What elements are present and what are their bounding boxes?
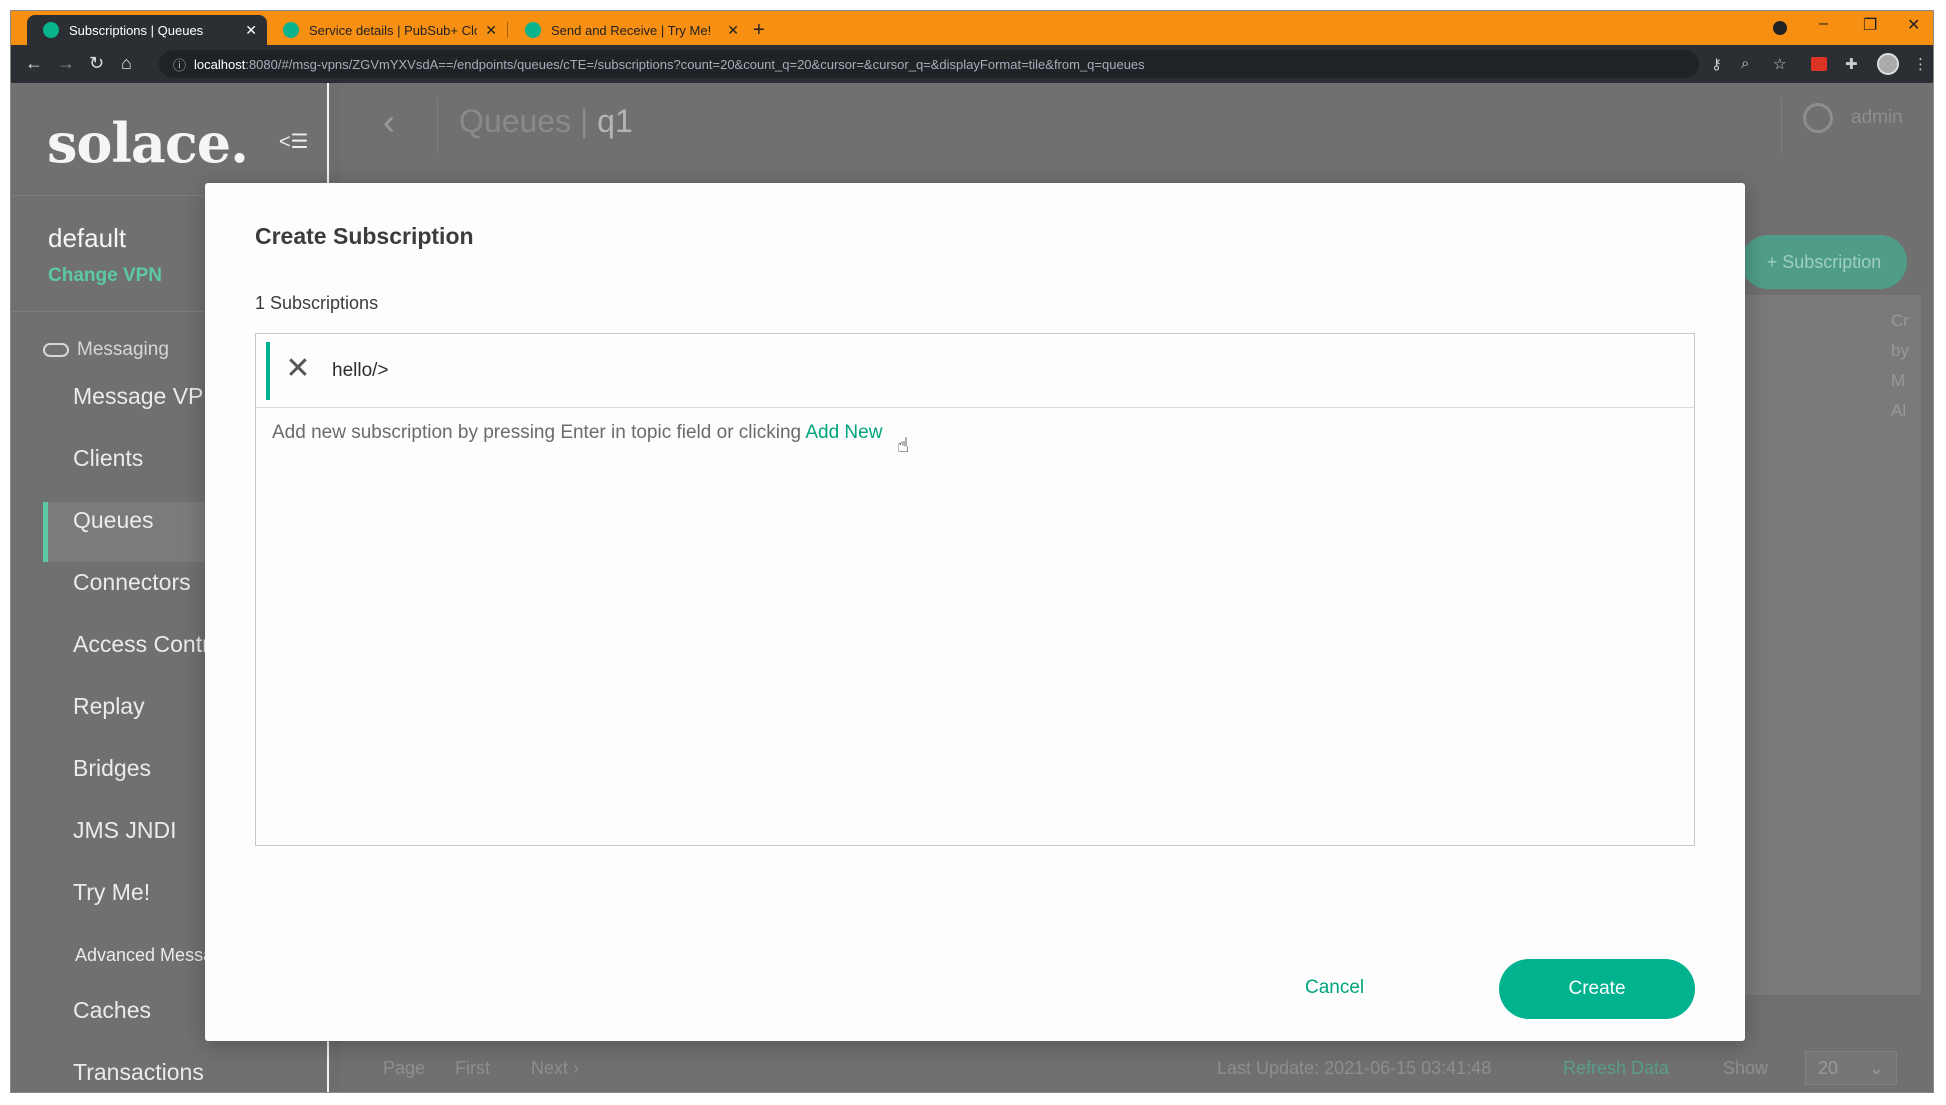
tab-label: Service details | PubSub+ Cloud <box>309 22 478 38</box>
close-icon[interactable]: ✕ <box>727 22 739 39</box>
page-size-select[interactable]: 20 ⌄ <box>1805 1051 1897 1085</box>
sidebar-item-clients[interactable]: Clients <box>73 445 143 472</box>
add-subscription-hint: Add new subscription by pressing Enter i… <box>272 422 882 444</box>
home-icon[interactable]: ⌂ <box>121 53 132 74</box>
tile-text: Cr <box>1891 311 1909 330</box>
collapse-sidebar-icon[interactable]: <☰ <box>279 129 309 154</box>
dialog-title: Create Subscription <box>255 223 474 249</box>
divider <box>1781 97 1782 153</box>
forward-arrow-icon[interactable]: → <box>57 53 75 74</box>
breadcrumb-parent[interactable]: Queues <box>459 103 571 139</box>
bookmark-star-icon[interactable]: ☆ <box>1773 55 1786 73</box>
topic-field[interactable]: hello/> <box>332 360 389 382</box>
divider <box>437 97 438 153</box>
remove-subscription-close-icon[interactable]: ✕ <box>280 351 316 387</box>
user-avatar-icon[interactable] <box>1803 103 1833 133</box>
restore-icon[interactable]: ❐ <box>1863 15 1877 35</box>
info-icon[interactable]: ⓘ <box>173 55 186 74</box>
chevron-right-icon: › <box>573 1058 580 1078</box>
vpn-name: default <box>48 223 127 253</box>
solace-favicon-icon <box>43 22 59 38</box>
last-update: Last Update: 2021-06-15 03:41:48 <box>1217 1058 1492 1078</box>
zoom-icon[interactable]: ⌕ <box>1741 55 1749 72</box>
change-vpn-link[interactable]: Change VPN <box>48 265 162 287</box>
browser-tab-strip: Subscriptions | Queues ✕ Service details… <box>11 11 1933 45</box>
sidebar-item-queues[interactable]: Queues <box>73 507 154 534</box>
tab-separator <box>507 22 508 38</box>
tile-text: M <box>1891 371 1906 390</box>
close-icon[interactable]: ✕ <box>485 22 497 39</box>
back-arrow-icon[interactable]: ← <box>25 53 43 74</box>
url-host: localhost <box>194 56 246 72</box>
tab-label: Send and Receive | Try Me! <box>551 22 712 38</box>
back-chevron-icon[interactable]: ‹ <box>383 101 395 143</box>
minimize-icon[interactable]: – <box>1819 15 1828 33</box>
page-label: Page <box>383 1058 426 1078</box>
hand-cursor-icon: ☝ <box>897 435 910 457</box>
sidebar-item-bridges[interactable]: Bridges <box>73 755 151 782</box>
browser-tab-subscriptions[interactable]: Subscriptions | Queues ✕ <box>27 15 267 45</box>
sidebar-item-message-vpn[interactable]: Message VPN <box>73 383 220 410</box>
subscription-count: 1 Subscriptions <box>255 293 379 313</box>
sidebar-item-jms-jndi[interactable]: JMS JNDI <box>73 817 177 844</box>
tile-text: Al <box>1891 401 1907 420</box>
sidebar-item-try-me[interactable]: Try Me! <box>73 879 150 906</box>
solace-favicon-icon <box>283 22 299 38</box>
breadcrumb: Queues | q1 <box>459 103 633 139</box>
close-icon[interactable]: ✕ <box>245 22 257 39</box>
browser-toolbar: ← → ↻ ⌂ ⓘ localhost:8080/#/msg-vpns/ZGVm… <box>11 45 1933 83</box>
sidebar-section-messaging: Messaging <box>43 339 169 361</box>
breadcrumb-current: q1 <box>597 103 633 139</box>
profile-avatar[interactable] <box>1877 53 1899 75</box>
cancel-button[interactable]: Cancel <box>1305 977 1364 999</box>
tile-text: by <box>1891 341 1909 360</box>
refresh-data-link[interactable]: Refresh Data <box>1563 1058 1669 1079</box>
sidebar-item-caches[interactable]: Caches <box>73 997 151 1024</box>
next-label: Next <box>531 1058 569 1078</box>
solace-logo: solace. <box>47 111 249 175</box>
key-icon[interactable]: ⚷ <box>1711 55 1722 73</box>
solace-app: solace. <☰ default Change VPN Messaging … <box>11 83 1933 1092</box>
sidebar-item-transactions[interactable]: Transactions <box>73 1059 204 1086</box>
reload-icon[interactable]: ↻ <box>89 53 104 74</box>
sidebar-item-connectors[interactable]: Connectors <box>73 569 191 596</box>
add-new-link[interactable]: Add New <box>805 422 882 443</box>
subscription-row: ✕ hello/> <box>256 334 1694 408</box>
extension-icon[interactable] <box>1811 57 1827 71</box>
cloud-icon <box>43 343 69 357</box>
browser-tab-try-me[interactable]: Send and Receive | Try Me! ✕ <box>509 15 749 45</box>
hint-text: Add new subscription by pressing Enter i… <box>272 422 802 443</box>
subscription-list: ✕ hello/> Add new subscription by pressi… <box>255 333 1695 846</box>
solace-favicon-icon <box>525 22 541 38</box>
first-page-button[interactable]: First <box>455 1058 490 1079</box>
window-close-icon[interactable]: ✕ <box>1907 15 1920 35</box>
puzzle-icon[interactable]: ✚ <box>1845 55 1858 73</box>
browser-window: Subscriptions | Queues ✕ Service details… <box>10 10 1934 1093</box>
menu-dots-icon[interactable]: ⋮ <box>1913 55 1928 73</box>
subscription-tile: Cr by M Al <box>1741 295 1921 995</box>
add-subscription-button[interactable]: + Subscription <box>1741 235 1907 289</box>
section-label: Messaging <box>77 339 169 360</box>
user-name[interactable]: admin <box>1851 107 1903 129</box>
next-page-button[interactable]: Next › <box>531 1058 579 1079</box>
create-subscription-dialog: Create Subscription 1 Subscriptions ✕ he… <box>205 183 1745 1041</box>
url-path: :8080/#/msg-vpns/ZGVmYXVsdA==/endpoints/… <box>245 56 1145 72</box>
create-button[interactable]: Create <box>1499 959 1695 1019</box>
chevron-down-icon: ⌄ <box>1868 1058 1884 1078</box>
row-accent-bar <box>266 342 270 400</box>
browser-tab-service-details[interactable]: Service details | PubSub+ Cloud ✕ <box>267 15 507 45</box>
new-tab-plus-icon[interactable]: + <box>753 19 765 42</box>
tab-search-icon[interactable] <box>1773 21 1787 35</box>
page-size-value: 20 <box>1818 1058 1839 1078</box>
tab-label: Subscriptions | Queues <box>69 22 204 38</box>
show-label: Show <box>1723 1058 1769 1078</box>
sidebar-item-replay[interactable]: Replay <box>73 693 145 720</box>
address-bar[interactable]: ⓘ localhost:8080/#/msg-vpns/ZGVmYXVsdA==… <box>159 50 1699 78</box>
